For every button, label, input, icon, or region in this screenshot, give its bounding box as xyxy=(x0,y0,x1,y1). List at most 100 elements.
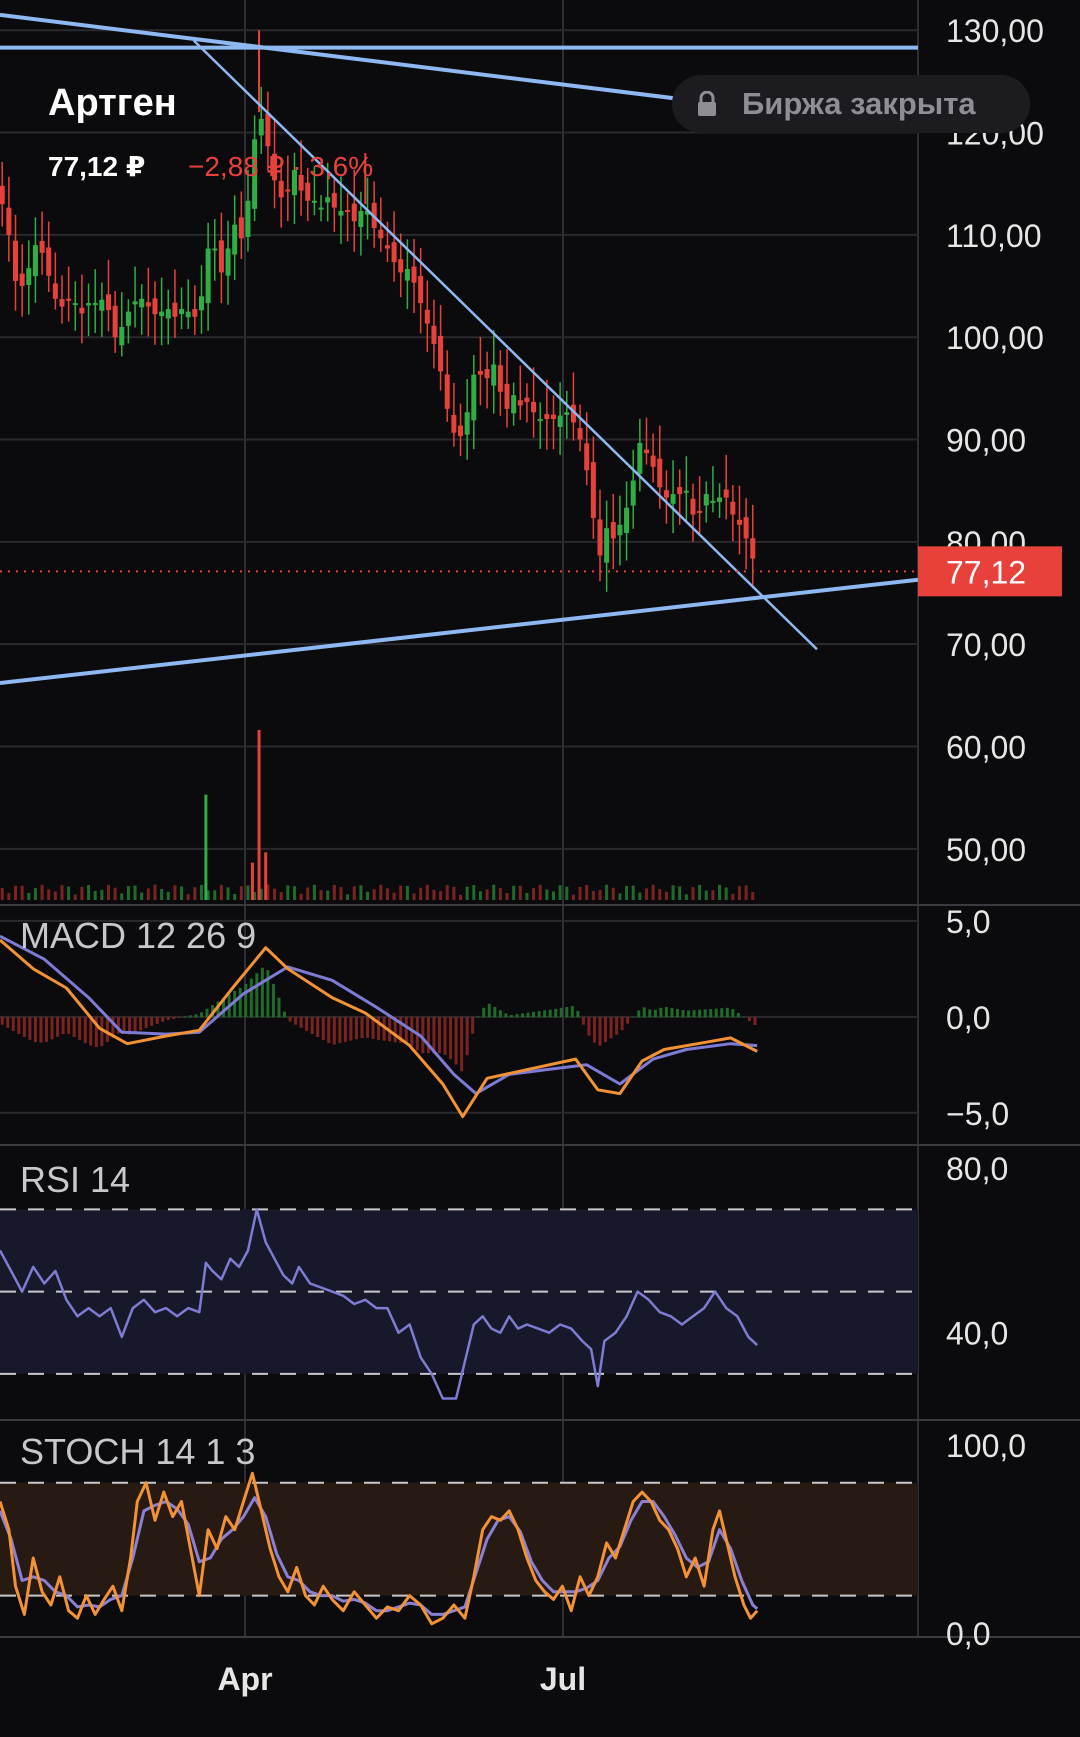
candle-body xyxy=(119,326,125,346)
candle-body xyxy=(318,207,324,210)
volume-bar xyxy=(558,885,562,900)
macd-histogram-bar xyxy=(343,1016,347,1042)
macd-histogram-bar xyxy=(166,1016,170,1020)
volume-bar xyxy=(372,889,376,900)
candle-body xyxy=(471,374,477,421)
volume-bar xyxy=(512,885,516,900)
macd-histogram-bar xyxy=(454,1016,458,1065)
macd-histogram-bar xyxy=(105,1016,109,1043)
macd-histogram-bar xyxy=(736,1012,740,1018)
volume-bar xyxy=(73,894,77,900)
candle-body xyxy=(690,498,696,515)
volume-bar xyxy=(485,889,489,900)
volume-bar xyxy=(618,893,622,900)
volume-bar xyxy=(439,890,443,900)
volume-bar xyxy=(585,885,589,900)
volume-bar xyxy=(419,887,423,900)
macd-histogram-bar xyxy=(321,1016,325,1041)
chart-canvas[interactable]: 130,00120,00110,00100,0090,0080,0070,006… xyxy=(0,0,1080,1737)
volume-bar xyxy=(60,885,64,900)
volume-bar xyxy=(678,886,682,900)
macd-histogram-bar xyxy=(316,1016,320,1037)
candle-body xyxy=(172,302,178,317)
volume-bar xyxy=(80,886,84,900)
candle-body xyxy=(12,240,18,281)
candle-body xyxy=(152,298,158,315)
volume-bar xyxy=(213,890,217,900)
candle-body xyxy=(610,522,616,539)
volume-bar xyxy=(204,794,208,900)
candle-body xyxy=(444,374,450,409)
volume-bar xyxy=(257,730,261,900)
candle-body xyxy=(86,303,92,306)
volume-bar xyxy=(160,889,164,900)
candle-body xyxy=(750,538,756,559)
candle-body xyxy=(159,311,165,317)
candle-body xyxy=(72,303,78,306)
macd-histogram-bar xyxy=(714,1008,718,1018)
macd-histogram-bar xyxy=(637,1010,641,1018)
volume-bar xyxy=(173,885,177,900)
volume-bar xyxy=(113,887,117,900)
macd-histogram-bar xyxy=(576,1010,580,1018)
candle-body xyxy=(411,266,417,283)
volume-bar xyxy=(87,885,91,900)
candle-body xyxy=(311,200,317,203)
candle-body xyxy=(258,118,264,136)
volume-bar xyxy=(339,887,343,900)
macd-histogram-bar xyxy=(526,1012,530,1018)
trendline-3 xyxy=(0,577,919,686)
volume-bar xyxy=(286,885,290,900)
macd-histogram-bar xyxy=(366,1016,370,1038)
volume-bar xyxy=(279,892,283,900)
macd-histogram-bar xyxy=(703,1009,707,1018)
macd-histogram-bar xyxy=(581,1016,585,1025)
candle-body xyxy=(657,458,663,488)
macd-histogram-bar xyxy=(592,1016,596,1043)
macd-histogram-bar xyxy=(177,1016,181,1018)
macd-histogram-bar xyxy=(753,1016,757,1025)
market-status-badge[interactable]: Биржа закрыта xyxy=(672,75,1030,133)
macd-histogram-bar xyxy=(288,1016,292,1022)
candle-body xyxy=(132,301,138,305)
macd-histogram-bar xyxy=(404,1016,408,1044)
macd-histogram-bar xyxy=(155,1016,159,1024)
volume-bar xyxy=(472,885,476,900)
macd-histogram-bar xyxy=(687,1010,691,1018)
candle-body xyxy=(730,501,736,515)
volume-bar xyxy=(571,894,575,900)
macd-histogram-bar xyxy=(548,1009,552,1018)
macd-histogram-bar xyxy=(172,1016,176,1019)
volume-bar xyxy=(731,893,735,900)
candle-body xyxy=(524,397,530,403)
price-tick-label: 50,00 xyxy=(946,832,1026,868)
volume-bar xyxy=(498,888,502,900)
volume-bar xyxy=(106,884,110,900)
candle-body xyxy=(26,268,32,285)
candle-body xyxy=(477,370,483,375)
volume-bar xyxy=(611,887,615,900)
volume-bar xyxy=(744,885,748,900)
candle-body xyxy=(338,211,344,216)
macd-histogram-bar xyxy=(144,1016,148,1029)
volume-bar xyxy=(591,890,595,900)
volume-bar xyxy=(47,889,51,900)
macd-histogram-bar xyxy=(604,1016,608,1042)
volume-bar xyxy=(273,888,277,900)
volume-bar xyxy=(658,889,662,900)
macd-histogram-bar xyxy=(742,1016,746,1018)
volume-bar xyxy=(459,894,463,900)
candle-body xyxy=(404,268,410,281)
volume-bar xyxy=(346,894,350,900)
macd-tick-label: −5,0 xyxy=(946,1096,1009,1132)
candle-body xyxy=(39,240,45,253)
candle-body xyxy=(351,203,357,222)
rsi-tick-label: 40,0 xyxy=(946,1316,1008,1352)
candle-body xyxy=(643,449,649,454)
volume-bar xyxy=(299,893,303,900)
macd-histogram-bar xyxy=(471,1016,475,1034)
volume-bar xyxy=(180,886,184,900)
price-tick-label: 130,00 xyxy=(946,13,1044,49)
volume-bar xyxy=(319,890,323,900)
volume-bar xyxy=(638,892,642,900)
